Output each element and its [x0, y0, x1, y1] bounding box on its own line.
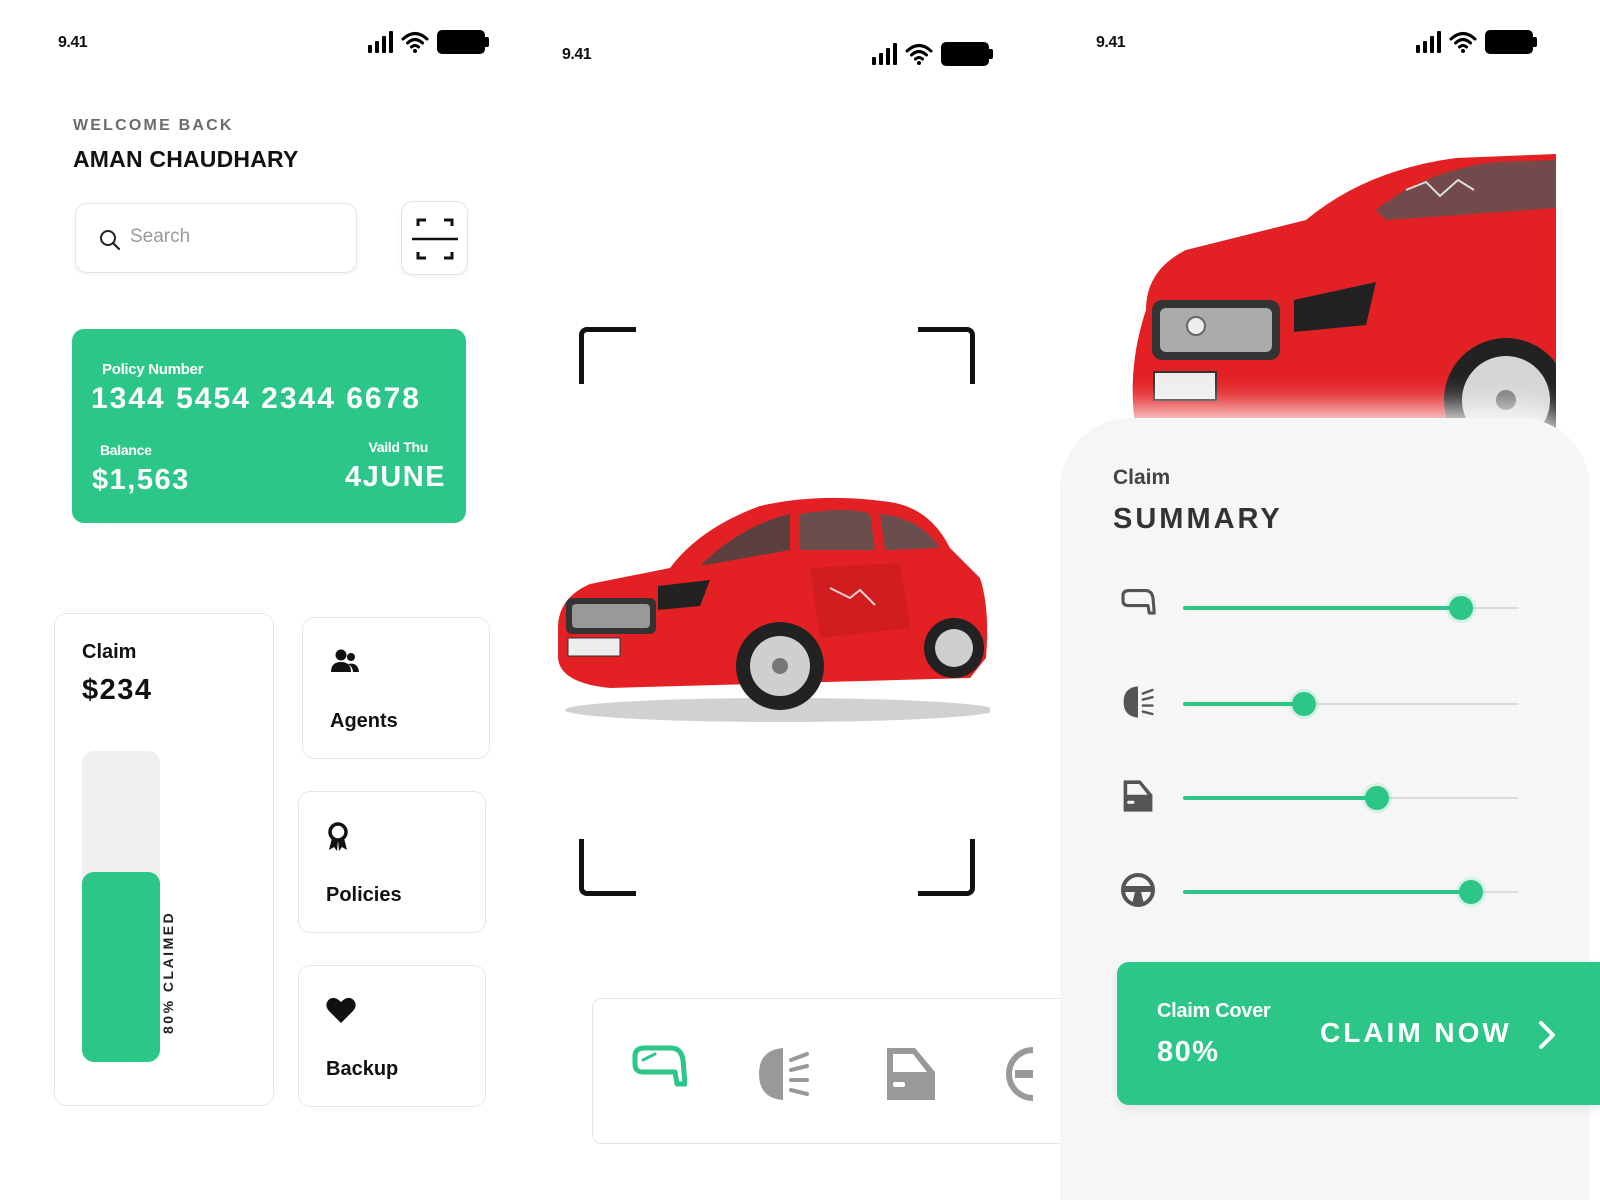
claim-cover-label: Claim Cover	[1157, 1000, 1271, 1022]
status-icons	[872, 42, 993, 66]
battery-icon	[437, 30, 489, 54]
agents-tile[interactable]: Agents	[302, 617, 490, 759]
car-door-icon[interactable]	[883, 1044, 939, 1104]
slider-fill	[1183, 606, 1462, 610]
battery-icon	[941, 42, 993, 66]
status-icons	[368, 30, 489, 54]
slider-track	[1183, 786, 1518, 810]
wifi-icon	[401, 32, 429, 53]
steering-damage-slider[interactable]	[1120, 872, 1540, 912]
policies-tile[interactable]: Policies	[298, 791, 486, 933]
status-bar: 9.41	[1060, 30, 1600, 70]
balance-value: $1,563	[92, 464, 190, 496]
policy-number-label: Policy Number	[102, 361, 204, 378]
status-time: 9.41	[1096, 34, 1126, 51]
scan-button[interactable]	[401, 201, 468, 275]
claim-card[interactable]: Claim $234 80% CLAIMED	[54, 613, 274, 1106]
side-mirror-icon	[1121, 588, 1156, 615]
claim-label: Claim	[82, 641, 137, 663]
slider-knob[interactable]	[1459, 880, 1484, 904]
status-time: 9.41	[58, 34, 88, 51]
claim-now-button[interactable]: Claim Cover 80% CLAIM NOW	[1117, 962, 1600, 1105]
signal-icon	[872, 43, 897, 65]
backup-label: Backup	[326, 1058, 399, 1080]
damaged-car-closeup-image	[1126, 150, 1568, 462]
mirror-damage-slider[interactable]	[1120, 588, 1540, 628]
ribbon-icon	[328, 822, 348, 851]
steering-wheel-icon	[1121, 873, 1155, 907]
scan-frame-corner-bottom-right	[918, 839, 975, 896]
search-input[interactable]: Search	[75, 203, 357, 273]
battery-icon	[1485, 30, 1537, 54]
signal-icon	[1416, 31, 1441, 53]
damaged-car-image	[550, 488, 995, 733]
wifi-icon	[905, 44, 933, 65]
summary-title-small: Claim	[1113, 466, 1171, 489]
car-part-selector	[592, 998, 1060, 1144]
claim-progress-track	[82, 751, 160, 1062]
slider-knob[interactable]	[1449, 596, 1474, 620]
claim-cover-value: 80%	[1157, 1036, 1220, 1068]
door-damage-slider[interactable]	[1120, 778, 1540, 818]
scan-icon	[412, 218, 458, 260]
status-time: 9.41	[562, 46, 592, 63]
slider-fill	[1183, 796, 1378, 800]
search-placeholder: Search	[130, 226, 191, 247]
chevron-right-icon	[1539, 1021, 1555, 1049]
user-name: AMAN CHAUDHARY	[73, 146, 299, 172]
steering-wheel-icon[interactable]	[1005, 1044, 1033, 1104]
slider-track	[1183, 692, 1518, 716]
headlight-damage-slider[interactable]	[1120, 684, 1540, 724]
home-screen: 9.41 WELCOME BACK AMAN CHAUDHARY Search …	[0, 0, 530, 1200]
status-icons	[1416, 30, 1537, 54]
claim-progress-fill	[82, 872, 160, 1062]
slider-track	[1183, 596, 1518, 620]
car-door-icon	[1123, 780, 1153, 812]
valid-thru-label: Vaild Thu	[368, 439, 428, 455]
slider-fill	[1183, 702, 1304, 706]
signal-icon	[368, 31, 393, 53]
status-bar: 9.41	[530, 42, 1060, 82]
valid-thru-value: 4JUNE	[345, 461, 446, 493]
scan-screen: 9.41	[530, 0, 1060, 1200]
agents-icon	[331, 649, 359, 672]
scan-frame-corner-top-right	[918, 327, 975, 384]
policy-number: 1344 5454 2344 6678	[91, 382, 421, 415]
headlight-icon[interactable]	[755, 1044, 811, 1104]
policies-label: Policies	[326, 884, 402, 906]
claim-now-label: CLAIM NOW	[1320, 1017, 1512, 1048]
backup-tile[interactable]: Backup	[298, 965, 486, 1107]
slider-fill	[1183, 890, 1472, 894]
scan-frame-corner-bottom-left	[579, 839, 636, 896]
heart-icon	[326, 997, 356, 1023]
claim-amount: $234	[82, 674, 153, 706]
balance-label: Balance	[100, 442, 152, 458]
policy-card[interactable]: Policy Number 1344 5454 2344 6678 Balanc…	[72, 329, 466, 523]
status-bar: 9.41	[0, 30, 530, 70]
wifi-icon	[1449, 32, 1477, 53]
headlight-icon	[1123, 686, 1154, 718]
slider-knob[interactable]	[1291, 692, 1316, 716]
slider-track	[1183, 880, 1518, 904]
side-mirror-icon[interactable]	[631, 1044, 687, 1092]
claimed-percentage-text: 80% CLAIMED	[160, 910, 176, 1034]
welcome-text: WELCOME BACK	[73, 117, 234, 134]
search-icon	[100, 230, 121, 251]
summary-title: SUMMARY	[1113, 503, 1283, 535]
scan-frame-corner-top-left	[579, 327, 636, 384]
agents-label: Agents	[330, 710, 398, 732]
slider-knob[interactable]	[1365, 786, 1390, 810]
